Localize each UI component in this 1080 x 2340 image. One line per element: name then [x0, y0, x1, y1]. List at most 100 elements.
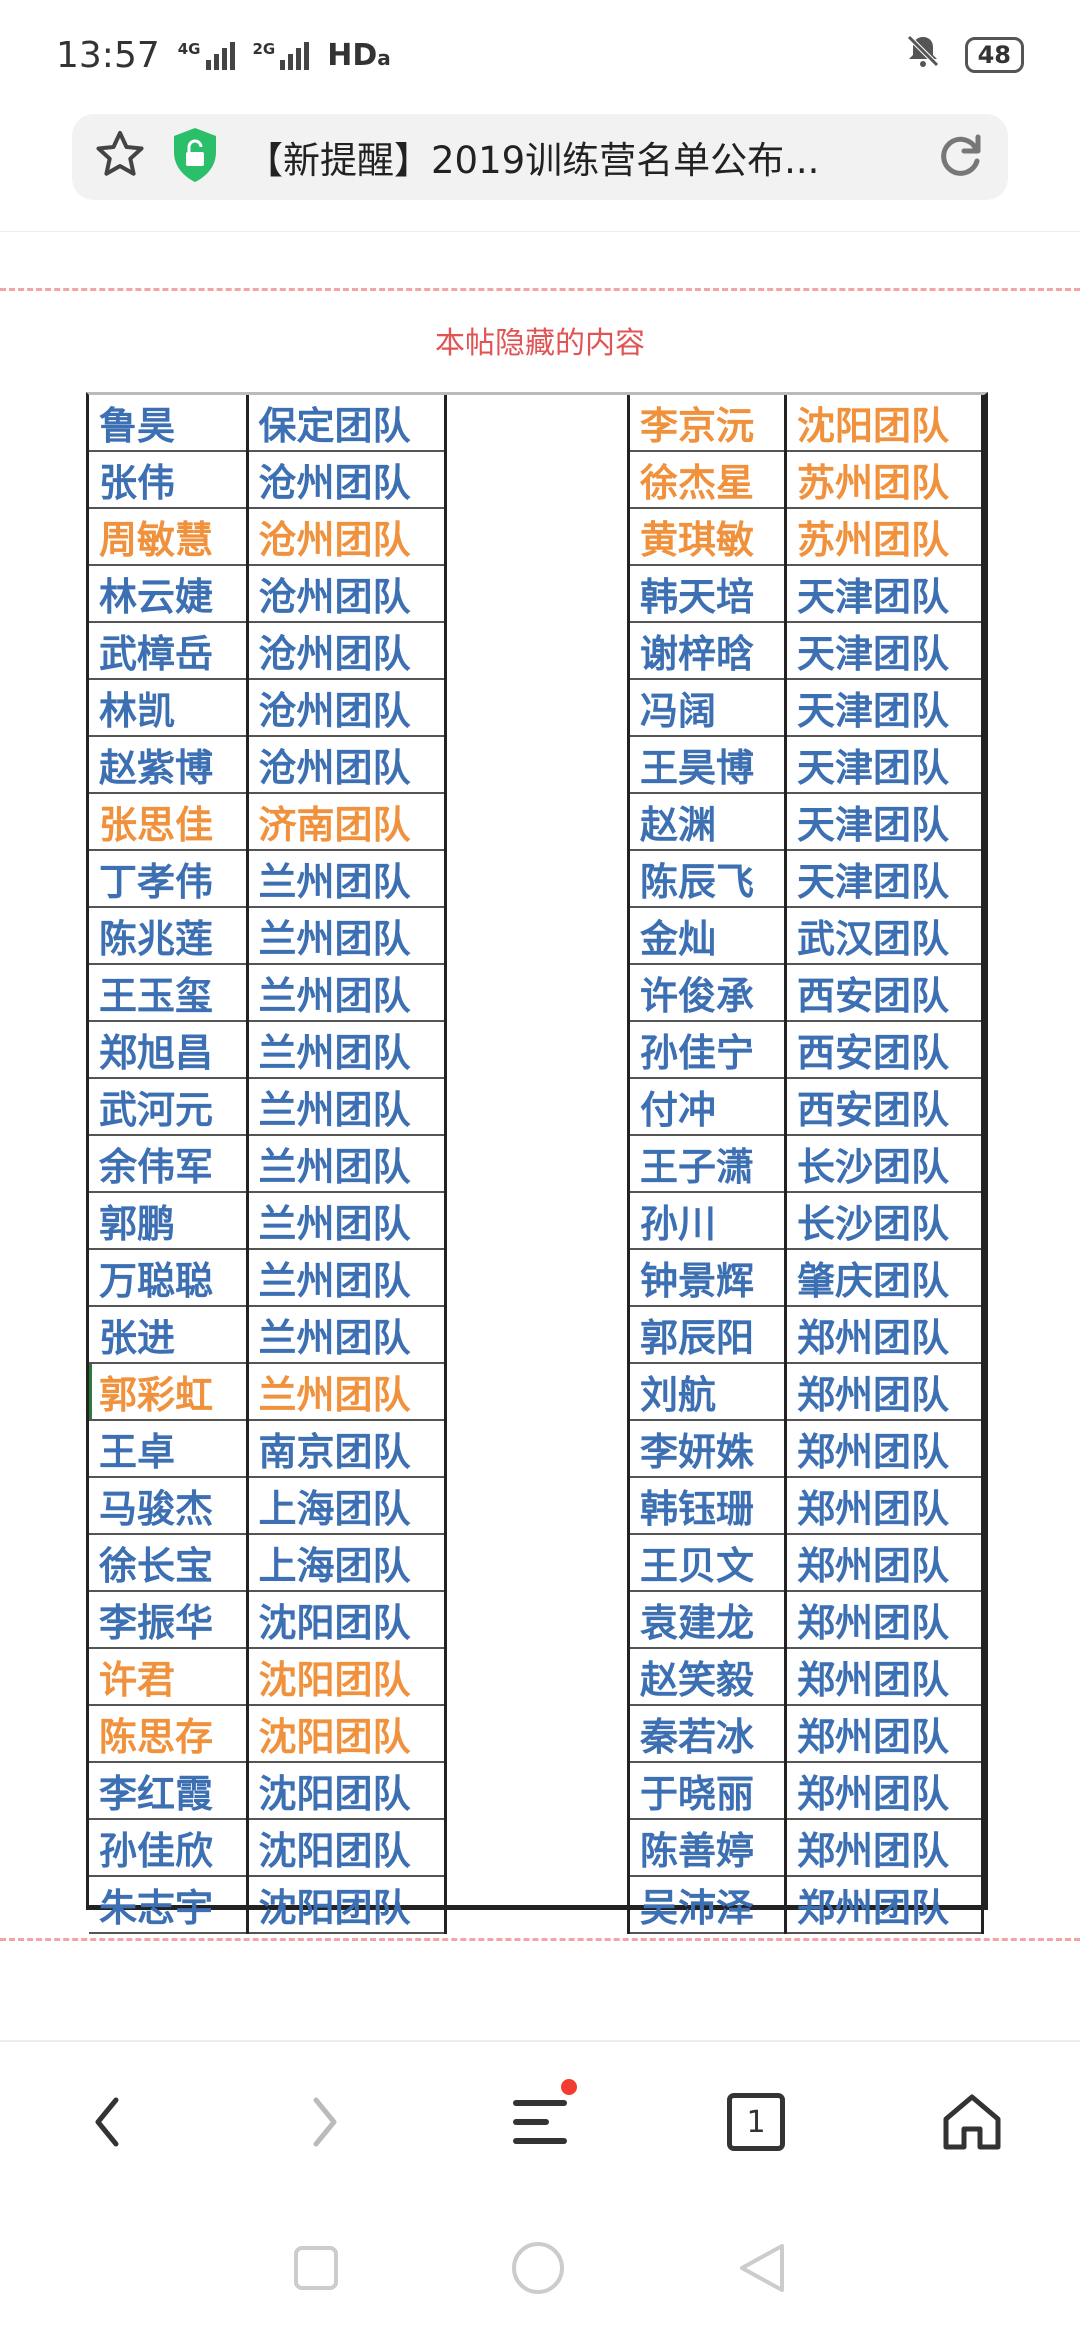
member-name: 吴沛泽 — [628, 1876, 788, 1935]
team-name: 济南团队 — [247, 793, 447, 852]
roster-row: 朱志宇 沈阳团队 — [89, 1876, 447, 1935]
hidden-content-label: 本帖隐藏的内容 — [435, 326, 645, 361]
team-name: 苏州团队 — [785, 451, 984, 510]
system-back-button[interactable] — [736, 2240, 788, 2300]
member-name: 黄琪敏 — [628, 508, 788, 567]
member-name: 王玉玺 — [89, 964, 249, 1023]
roster-row: 孙佳宁 西安团队 — [628, 1021, 984, 1080]
signal-2g-label: 2G — [252, 40, 276, 58]
roster-row: 王玉玺 兰州团队 — [89, 964, 447, 1023]
team-name: 沈阳团队 — [247, 1648, 447, 1707]
team-name: 肇庆团队 — [785, 1249, 984, 1308]
home-icon — [943, 2094, 1001, 2150]
member-name: 陈善婷 — [628, 1819, 788, 1878]
team-name: 兰州团队 — [247, 850, 447, 909]
roster-row: 黄琪敏 苏州团队 — [628, 508, 984, 567]
roster-row: 陈善婷 郑州团队 — [628, 1819, 984, 1878]
team-name: 沧州团队 — [247, 508, 447, 567]
roster-row: 刘航 郑州团队 — [628, 1363, 984, 1422]
chevron-right-icon — [313, 2097, 337, 2147]
tabs-button[interactable]: 1 — [701, 2067, 811, 2177]
member-name: 丁孝伟 — [89, 850, 249, 909]
member-name: 许君 — [89, 1648, 249, 1707]
roster-row: 赵紫博 沧州团队 — [89, 736, 447, 795]
member-name: 王贝文 — [628, 1534, 788, 1593]
member-name: 武河元 — [89, 1078, 249, 1137]
member-name: 钟景辉 — [628, 1249, 788, 1308]
member-name: 王昊博 — [628, 736, 788, 795]
member-name: 张进 — [89, 1306, 249, 1365]
team-name: 郑州团队 — [785, 1648, 984, 1707]
back-button[interactable] — [53, 2067, 163, 2177]
member-name: 许俊承 — [628, 964, 788, 1023]
roster-row: 孙佳欣 沈阳团队 — [89, 1819, 447, 1878]
roster-row: 余伟军 兰州团队 — [89, 1135, 447, 1194]
team-name: 西安团队 — [785, 1021, 984, 1080]
roster-row: 张伟 沧州团队 — [89, 451, 447, 510]
member-name: 郑旭昌 — [89, 1021, 249, 1080]
roster-row: 金灿 武汉团队 — [628, 907, 984, 966]
address-bar[interactable]: 【新提醒】2019训练营名单公布... — [72, 114, 1008, 200]
secure-lock-icon[interactable] — [170, 126, 220, 188]
member-name: 余伟军 — [89, 1135, 249, 1194]
team-name: 兰州团队 — [247, 964, 447, 1023]
page-title[interactable]: 【新提醒】2019训练营名单公布... — [246, 130, 932, 184]
member-name: 韩钰珊 — [628, 1477, 788, 1536]
team-name: 郑州团队 — [785, 1762, 984, 1821]
member-name: 赵渊 — [628, 793, 788, 852]
team-name: 兰州团队 — [247, 1135, 447, 1194]
roster-row: 钟景辉 肇庆团队 — [628, 1249, 984, 1308]
member-name: 张思佳 — [89, 793, 249, 852]
status-left: 13:57 4G 2G HDa — [56, 35, 391, 76]
mute-vibrate-icon — [903, 31, 943, 80]
hidden-content-top-divider — [0, 288, 1080, 291]
recents-button[interactable] — [292, 2244, 340, 2296]
member-name: 马骏杰 — [89, 1477, 249, 1536]
member-name: 付冲 — [628, 1078, 788, 1137]
status-bar: 13:57 4G 2G HDa 48 — [0, 0, 1080, 110]
roster-row: 林云婕 沧州团队 — [89, 565, 447, 624]
member-name: 陈辰飞 — [628, 850, 788, 909]
roster-row: 孙川 长沙团队 — [628, 1192, 984, 1251]
circle-icon — [512, 2242, 564, 2294]
member-name: 李京沅 — [628, 395, 788, 453]
roster-row: 付冲 西安团队 — [628, 1078, 984, 1137]
team-name: 兰州团队 — [247, 1078, 447, 1137]
roster-row: 李振华 沈阳团队 — [89, 1591, 447, 1650]
system-nav-bar — [0, 2200, 1080, 2340]
roster-row: 郭彩虹 兰州团队 — [89, 1363, 447, 1422]
roster-row: 马骏杰 上海团队 — [89, 1477, 447, 1536]
member-name: 徐长宝 — [89, 1534, 249, 1593]
member-name: 朱志宇 — [89, 1876, 249, 1935]
roster-row: 张思佳 济南团队 — [89, 793, 447, 852]
roster-row: 周敏慧 沧州团队 — [89, 508, 447, 567]
forward-button[interactable] — [269, 2067, 379, 2177]
browser-bottom-nav: 1 — [0, 2040, 1080, 2202]
menu-button[interactable] — [485, 2067, 595, 2177]
team-name: 武汉团队 — [785, 907, 984, 966]
team-name: 兰州团队 — [247, 1306, 447, 1365]
refresh-icon[interactable] — [932, 127, 988, 187]
member-name: 万聪聪 — [89, 1249, 249, 1308]
roster-row: 李妍姝 郑州团队 — [628, 1420, 984, 1479]
member-name: 韩天培 — [628, 565, 788, 624]
system-home-button[interactable] — [510, 2240, 566, 2300]
team-name: 上海团队 — [247, 1534, 447, 1593]
team-name: 郑州团队 — [785, 1306, 984, 1365]
bookmark-star-icon[interactable] — [92, 127, 148, 187]
roster-row: 王卓 南京团队 — [89, 1420, 447, 1479]
home-button[interactable] — [917, 2067, 1027, 2177]
member-name: 王卓 — [89, 1420, 249, 1479]
team-name: 沈阳团队 — [247, 1762, 447, 1821]
team-name: 兰州团队 — [247, 907, 447, 966]
roster-row: 郭鹏 兰州团队 — [89, 1192, 447, 1251]
member-name: 孙川 — [628, 1192, 788, 1251]
member-name: 秦若冰 — [628, 1705, 788, 1764]
roster-row: 万聪聪 兰州团队 — [89, 1249, 447, 1308]
triangle-back-icon — [740, 2244, 784, 2292]
roster-row: 武樟岳 沧州团队 — [89, 622, 447, 681]
hd-indicator: HDa — [327, 37, 391, 73]
hidden-content-bottom-divider — [0, 1938, 1080, 1941]
hd-label: HD — [327, 37, 378, 73]
roster-table-left: 鲁昊 保定团队 张伟 沧州团队 周敏慧 沧州团队 林云婕 沧州团队 武樟岳 沧州团队 林凯 沧州团队赵… — [89, 395, 447, 1935]
